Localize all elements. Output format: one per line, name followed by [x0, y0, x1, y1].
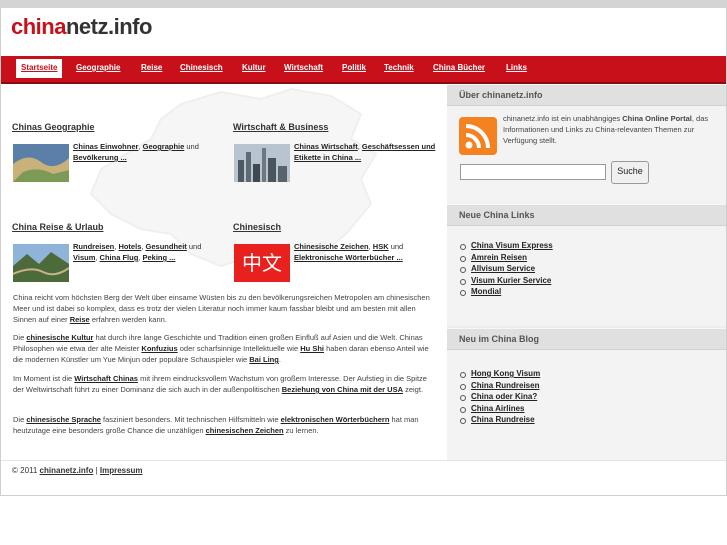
link-gesundheit[interactable]: Gesundheit [146, 242, 187, 251]
nav-china-buecher[interactable]: China Bücher [428, 59, 490, 77]
list-item-china-rundreisen[interactable]: China Rundreisen [459, 380, 540, 392]
section-reise-title[interactable]: China Reise & Urlaub [12, 222, 104, 232]
main-content: Chinas Geographie Chinas Einwohner, Geog… [1, 84, 446, 461]
link-woerterbuecher[interactable]: Elektronische Wörterbücher ... [294, 253, 403, 262]
reise-blurb: Rundreisen, Hotels, Gesundheit und Visum… [73, 242, 202, 262]
sidebar-blog-heading: Neu im China Blog [447, 328, 726, 350]
nav-geographie[interactable]: Geographie [71, 59, 125, 77]
link-geographie[interactable]: Geographie [143, 142, 185, 151]
browser-top-strip [0, 0, 727, 8]
link-peking[interactable]: Peking ... [142, 253, 175, 262]
about-portal-strong: China Online Portal [622, 114, 692, 123]
nav-reise[interactable]: Reise [136, 59, 167, 77]
link-chinesische-kultur[interactable]: chinesische Kultur [26, 333, 93, 342]
wirtschaft-thumbnail-image[interactable] [234, 144, 290, 182]
link-hu-shi[interactable]: Hu Shi [300, 344, 324, 353]
link-konfuzius[interactable]: Konfuzius [141, 344, 177, 353]
link-bevoelkerung[interactable]: Bevölkerung ... [73, 153, 127, 162]
sidebar-links-box: China Visum Express Amrein Reisen Allvis… [447, 226, 726, 326]
geographie-thumbnail-image[interactable] [13, 144, 69, 182]
list-item-hong-kong-visum[interactable]: Hong Kong Visum [459, 368, 540, 380]
nav-wirtschaft[interactable]: Wirtschaft [279, 59, 328, 77]
sprache-paragraph: Die chinesische Sprache fasziniert beson… [13, 415, 419, 435]
link-einwohner[interactable]: Chinas Einwohner [73, 142, 138, 151]
intro-paragraph: China reicht vom höchsten Berg der Welt … [13, 293, 430, 324]
list-item-visum-kurier-service[interactable]: Visum Kurier Service [460, 275, 553, 287]
footer: © 2011 chinanetz.info | Impressum [12, 466, 143, 475]
sidebar-about-box: chinanetz.info ist ein unabhängiges Chin… [447, 106, 726, 204]
link-elektronische-woerterbuecher[interactable]: elektronischen Wörterbüchern [281, 415, 390, 424]
link-wirtschaft-chinas[interactable]: Wirtschaft Chinas [74, 374, 138, 383]
nav-links[interactable]: Links [501, 59, 532, 77]
link-rundreisen[interactable]: Rundreisen [73, 242, 114, 251]
wirtschaft-blurb: Chinas Wirtschaft, Geschäftsessen und Et… [294, 142, 436, 162]
nav-politik[interactable]: Politik [337, 59, 371, 77]
nav-chinesisch[interactable]: Chinesisch [175, 59, 228, 77]
chinesisch-blurb: Chinesische Zeichen, HSK und Elektronisc… [294, 242, 404, 262]
kultur-paragraph: Die chinesische Kultur hat durch ihre la… [13, 333, 429, 364]
link-chinesische-sprache[interactable]: chinesische Sprache [26, 415, 101, 424]
link-bai-ling[interactable]: Bai Ling [249, 355, 279, 364]
list-item-china-rundreise[interactable]: China Rundreise [459, 414, 540, 426]
nav-kultur[interactable]: Kultur [237, 59, 271, 77]
list-item-china-airlines[interactable]: China Airlines [459, 403, 540, 415]
sidebar: Über chinanetz.info chinanetz.info ist e… [447, 84, 726, 461]
site-logo[interactable]: chinanetz.info [11, 14, 152, 40]
logo-dark-part: netz.info [65, 14, 152, 39]
sidebar-blog-box: Hong Kong Visum China Rundreisen China o… [447, 350, 726, 461]
list-item-amrein-reisen[interactable]: Amrein Reisen [460, 252, 553, 264]
footer-site-link[interactable]: chinanetz.info [40, 466, 94, 475]
footer-divider [1, 460, 726, 461]
list-item-china-oder-kina[interactable]: China oder Kina? [459, 391, 540, 403]
nav-technik[interactable]: Technik [379, 59, 419, 77]
new-links-list: China Visum Express Amrein Reisen Allvis… [460, 240, 553, 298]
sidebar-about-text: chinanetz.info ist ein unabhängiges Chin… [503, 114, 709, 145]
link-beziehung-usa[interactable]: Beziehung von China mit der USA [282, 385, 403, 394]
rss-feed-icon[interactable] [459, 117, 497, 155]
link-hotels[interactable]: Hotels [118, 242, 141, 251]
link-chinesische-zeichen-inline[interactable]: chinesischen Zeichen [206, 426, 284, 435]
footer-impressum-link[interactable]: Impressum [100, 466, 143, 475]
list-item-china-visum-express[interactable]: China Visum Express [460, 240, 553, 252]
list-item-mondial[interactable]: Mondial [460, 286, 553, 298]
main-navigation: Startseite Geographie Reise Chinesisch K… [1, 56, 726, 84]
geographie-blurb: Chinas Einwohner, Geographie und Bevölke… [73, 142, 199, 162]
chinesisch-thumbnail-image[interactable]: 中文 [234, 244, 290, 282]
blog-list: Hong Kong Visum China Rundreisen China o… [459, 368, 540, 426]
link-reise-inline[interactable]: Reise [70, 315, 90, 324]
reise-thumbnail-image[interactable] [13, 244, 69, 282]
link-hsk[interactable]: HSK [373, 242, 389, 251]
search-input[interactable] [460, 164, 606, 180]
link-visum[interactable]: Visum [73, 253, 95, 262]
link-chinesische-zeichen[interactable]: Chinesische Zeichen [294, 242, 369, 251]
sidebar-links-heading: Neue China Links [447, 204, 726, 226]
link-china-flug[interactable]: China Flug [100, 253, 139, 262]
section-chinesisch-title[interactable]: Chinesisch [233, 222, 281, 232]
section-wirtschaft-title[interactable]: Wirtschaft & Business [233, 122, 328, 132]
nav-startseite[interactable]: Startseite [16, 59, 63, 78]
list-item-allvisum-service[interactable]: Allvisum Service [460, 263, 553, 275]
search-button[interactable]: Suche [611, 161, 649, 184]
wirtschaft-paragraph: Im Moment ist die Wirtschaft Chinas mit … [13, 374, 427, 394]
logo-red-part: china [11, 14, 66, 39]
section-geographie-title[interactable]: Chinas Geographie [12, 122, 95, 132]
sidebar-about-heading: Über chinanetz.info [447, 84, 726, 106]
link-chinas-wirtschaft[interactable]: Chinas Wirtschaft [294, 142, 358, 151]
